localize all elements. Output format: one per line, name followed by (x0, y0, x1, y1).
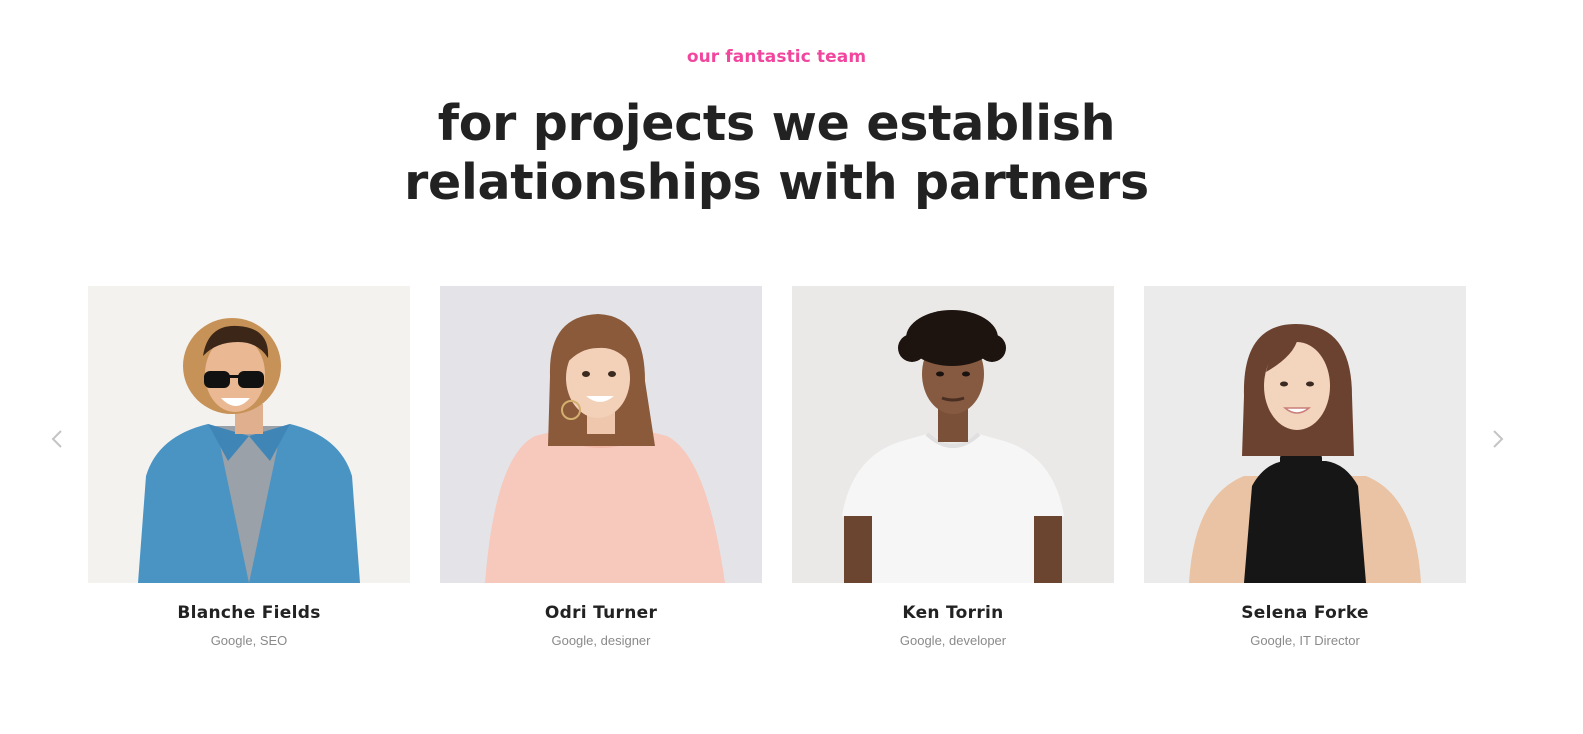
section-headline: for projects we establish relationships … (0, 94, 1553, 212)
member-photo-image (792, 286, 1114, 583)
member-photo-image (440, 286, 762, 583)
carousel-prev-button[interactable] (47, 428, 69, 450)
member-photo (1144, 286, 1466, 583)
member-role: Google, designer (551, 633, 651, 648)
team-member-card[interactable]: Odri Turner Google, designer (440, 286, 762, 648)
member-photo-image (1144, 286, 1466, 583)
team-member-card[interactable]: Blanche Fields Google, SEO (88, 286, 410, 648)
member-role: Google, SEO (210, 633, 288, 648)
headline-line-1: for projects we establish (437, 95, 1116, 152)
chevron-left-icon (51, 430, 62, 448)
member-photo-image (88, 286, 410, 583)
team-member-card[interactable]: Selena Forke Google, IT Director (1144, 286, 1466, 648)
member-photo (440, 286, 762, 583)
chevron-right-icon (1493, 430, 1504, 448)
member-name: Ken Torrin (902, 603, 1004, 623)
member-name: Odri Turner (544, 603, 658, 623)
member-photo (792, 286, 1114, 583)
headline-line-2: relationships with partners (404, 154, 1149, 211)
section-eyebrow: our fantastic team (686, 47, 867, 67)
carousel-next-button[interactable] (1486, 428, 1508, 450)
member-photo (88, 286, 410, 583)
team-carousel: Blanche Fields Google, SEO Odri Turner G… (0, 286, 1583, 666)
member-role: Google, developer (899, 633, 1007, 648)
member-name: Selena Forke (1241, 603, 1369, 623)
team-member-card[interactable]: Ken Torrin Google, developer (792, 286, 1114, 648)
member-name: Blanche Fields (177, 603, 321, 623)
member-role: Google, IT Director (1250, 633, 1360, 648)
